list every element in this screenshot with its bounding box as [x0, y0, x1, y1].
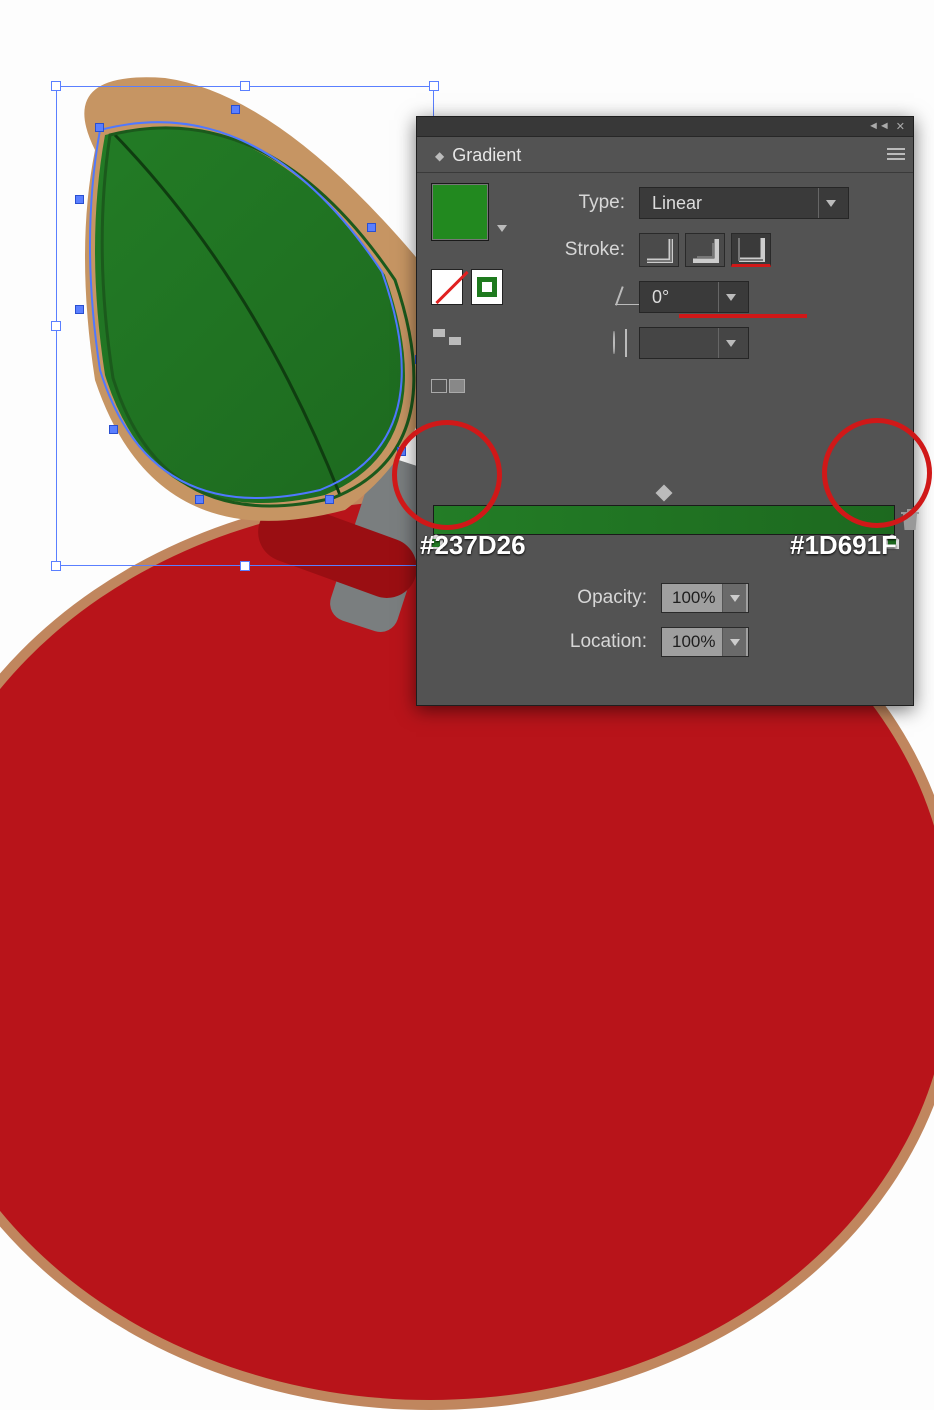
opacity-input[interactable]: 100% [661, 583, 749, 613]
location-input[interactable]: 100% [661, 627, 749, 657]
aspect-ratio-icon [613, 331, 615, 354]
gradient-swatch[interactable] [431, 183, 489, 241]
aspect-icon-wrap [535, 332, 625, 354]
bbox-handle[interactable] [240, 81, 250, 91]
angle-icon-wrap [535, 286, 625, 308]
location-value: 100% [672, 632, 715, 652]
type-dropdown[interactable]: Linear [639, 187, 849, 219]
hex-label-right: #1D691F [790, 530, 897, 561]
close-icon[interactable]: ✕ [896, 120, 905, 133]
delete-stop-icon[interactable] [900, 508, 922, 534]
swatch-dropdown-icon[interactable] [497, 225, 507, 232]
opacity-value: 100% [672, 588, 715, 608]
bbox-handle[interactable] [429, 81, 439, 91]
bbox-handle[interactable] [51, 561, 61, 571]
swatch-column [431, 183, 503, 395]
chevron-down-icon [718, 282, 742, 312]
angle-dropdown[interactable]: 0° [639, 281, 749, 313]
angle-value: 0° [652, 287, 669, 308]
bbox-handle[interactable] [240, 561, 250, 571]
tab-gradient[interactable]: ◆ Gradient [425, 139, 535, 172]
bbox-handle[interactable] [51, 81, 61, 91]
chevron-down-icon [722, 628, 746, 656]
chevron-down-icon [818, 188, 842, 218]
selection-bounding-box [56, 86, 434, 566]
type-label: Type: [535, 192, 625, 214]
stroke-label: Stroke: [535, 239, 625, 261]
reverse-gradient-icon[interactable] [431, 375, 465, 395]
tab-label: Gradient [452, 145, 521, 166]
stroke-align-within-button[interactable] [639, 233, 679, 267]
collapse-icon[interactable]: ◄◄ [868, 120, 890, 133]
tab-toggle-icon: ◆ [435, 149, 444, 163]
aspect-dropdown[interactable] [639, 327, 749, 359]
panel-tabs: ◆ Gradient [417, 137, 913, 173]
gradient-panel: ◄◄ ✕ ◆ Gradient Type: [416, 116, 914, 706]
panel-titlebar[interactable]: ◄◄ ✕ [417, 117, 913, 137]
location-label: Location: [537, 631, 647, 653]
type-value: Linear [652, 193, 702, 214]
bbox-handle[interactable] [51, 321, 61, 331]
stroke-align-group [639, 233, 771, 267]
fill-none-swatch[interactable] [431, 269, 463, 305]
stroke-swatch[interactable] [471, 269, 503, 305]
stroke-align-across-button[interactable] [731, 233, 771, 267]
chevron-down-icon [722, 584, 746, 612]
gradient-ramp [433, 487, 895, 535]
panel-menu-icon[interactable] [885, 145, 907, 163]
annotation-underline [679, 314, 807, 318]
stroke-align-along-button[interactable] [685, 233, 725, 267]
swap-fill-stroke-icon[interactable] [431, 327, 467, 349]
midpoint-diamond-icon[interactable] [656, 485, 673, 502]
chevron-down-icon [718, 328, 742, 358]
opacity-label: Opacity: [537, 587, 647, 609]
hex-label-left: #237D26 [420, 530, 526, 561]
